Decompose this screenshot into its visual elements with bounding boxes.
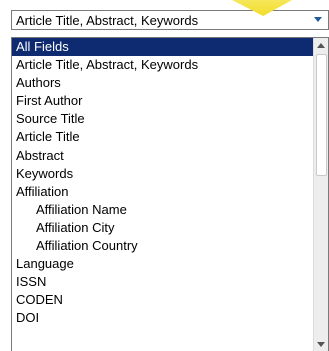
option-item[interactable]: Language: [12, 255, 314, 273]
vertical-scrollbar[interactable]: [313, 38, 328, 351]
search-field-options-list[interactable]: All Fields Article Title, Abstract, Keywo…: [11, 37, 329, 351]
search-field-select[interactable]: Article Title, Abstract, Keywords: [11, 10, 329, 30]
select-current-value: Article Title, Abstract, Keywords: [16, 13, 199, 28]
option-item[interactable]: DOI: [12, 309, 314, 327]
option-item[interactable]: CODEN: [12, 291, 314, 309]
option-item[interactable]: Article Title: [12, 128, 314, 146]
option-item[interactable]: Article Title, Abstract, Keywords: [12, 56, 314, 74]
option-item[interactable]: Abstract: [12, 147, 314, 165]
option-item[interactable]: Keywords: [12, 165, 314, 183]
scrollbar-thumb[interactable]: [316, 54, 327, 176]
option-item[interactable]: Affiliation Country: [12, 237, 314, 255]
options-container: All Fields Article Title, Abstract, Keywo…: [12, 38, 314, 328]
option-item[interactable]: Affiliation City: [12, 219, 314, 237]
option-item[interactable]: All Fields: [12, 38, 314, 57]
option-item[interactable]: Source Title: [12, 110, 314, 128]
scroll-down-icon[interactable]: [317, 342, 325, 347]
option-item[interactable]: Authors: [12, 74, 314, 92]
option-item[interactable]: Affiliation Name: [12, 201, 314, 219]
chevron-down-icon[interactable]: [314, 17, 322, 22]
scroll-up-icon[interactable]: [317, 43, 325, 48]
option-item[interactable]: First Author: [12, 92, 314, 110]
option-item[interactable]: ISSN: [12, 273, 314, 291]
option-item[interactable]: Affiliation: [12, 183, 314, 201]
